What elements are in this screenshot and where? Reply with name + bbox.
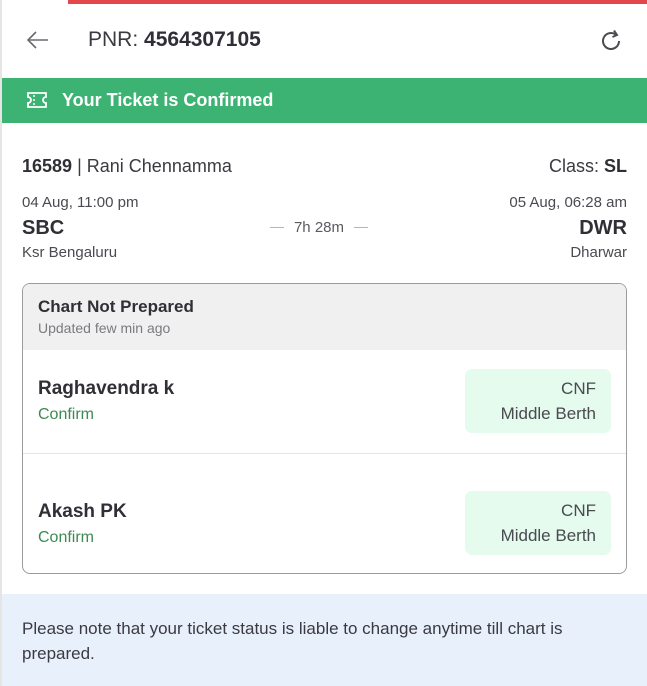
passenger-card: Chart Not Prepared Updated few min ago R… [22,283,627,574]
passenger-name: Raghavendra k [38,378,175,399]
berth-badge: CNF Middle Berth [465,491,611,555]
booking-status: CNF [561,379,596,398]
pnr-title: PNR: 4564307105 [88,28,261,52]
banner-text: Your Ticket is Confirmed [62,90,274,110]
chart-status-title: Chart Not Prepared [38,297,194,316]
passenger-row: Akash PK Confirm CNF Middle Berth [23,454,626,558]
train-number: 16589 [22,156,73,176]
arrow-left-icon [26,31,48,49]
arrival-station: Dharwar [570,244,627,261]
duration-line-right [353,227,368,228]
passenger-status: Confirm [38,529,95,546]
refresh-button[interactable] [598,28,624,54]
departure-station: Ksr Bengaluru [22,244,118,261]
app-header: PNR: 4564307105 [2,4,647,78]
arrival-time: 05 Aug, 06:28 am [509,194,627,211]
ticket-icon [27,92,47,108]
chart-notice: Please note that your ticket status is l… [2,594,647,686]
journey-duration: 7h 28m [270,219,368,236]
confirmation-banner: Your Ticket is Confirmed [2,78,647,123]
pnr-label: PNR: [88,28,139,51]
passenger-status: Confirm [38,406,95,423]
class-label: Class: [548,156,599,176]
duration-text: 7h 28m [293,219,345,236]
pnr-number: 4564307105 [144,28,261,51]
berth-type: Middle Berth [500,404,596,423]
chart-updated-text: Updated few min ago [38,320,171,336]
back-button[interactable] [24,28,52,52]
train-info: 16589 | Rani Chennamma [22,156,232,177]
train-separator: | [77,156,82,176]
train-name: Rani Chennamma [86,156,232,176]
departure-code: SBC [22,217,65,239]
passenger-row: Raghavendra k Confirm CNF Middle Berth [23,350,626,454]
passenger-name: Akash PK [38,501,127,522]
class-value: SL [603,156,627,176]
berth-type: Middle Berth [500,526,596,545]
class-info: Class: SL [549,156,627,177]
berth-badge: CNF Middle Berth [465,369,611,433]
booking-status: CNF [561,501,596,520]
duration-line-left [270,227,284,228]
arrival-code: DWR [579,217,627,239]
refresh-icon [602,29,620,50]
chart-status-header: Chart Not Prepared Updated few min ago [23,284,626,350]
departure-time: 04 Aug, 11:00 pm [22,194,139,211]
